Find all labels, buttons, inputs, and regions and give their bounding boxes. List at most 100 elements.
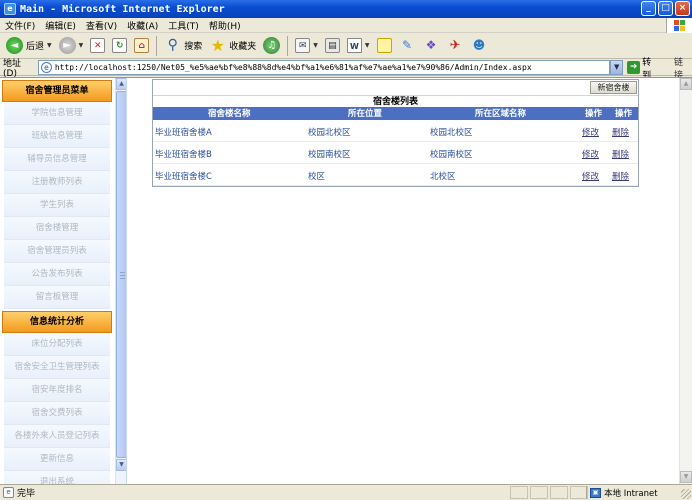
sidebar-item-safety[interactable]: 宿舍安全卫生管理列表 — [4, 356, 110, 379]
sidebar-item-counselor[interactable]: 辅导员信息管理 — [4, 148, 110, 171]
favorites-button[interactable]: ★ 收藏夹 — [207, 35, 258, 57]
sidebar-item-teachers[interactable]: 注册教师列表 — [4, 171, 110, 194]
delete-link[interactable]: 删除 — [612, 148, 629, 160]
new-building-button[interactable]: 新宿舍楼 — [590, 81, 637, 94]
scrollbar-thumb[interactable] — [116, 91, 126, 458]
scroll-up-icon[interactable]: ▲ — [680, 78, 692, 90]
menu-view[interactable]: 查看(V) — [81, 19, 122, 32]
right-scrollbar[interactable]: ▲ ▼ — [679, 78, 692, 485]
sidebar-item-ranking[interactable]: 宿安年度排名 — [4, 379, 110, 402]
maximize-button[interactable]: □ — [658, 1, 673, 16]
address-dropdown-button[interactable]: ▼ — [610, 60, 624, 75]
sidebar-item-beds[interactable]: 床位分配列表 — [4, 333, 110, 356]
forward-arrow-icon: ► — [58, 37, 76, 54]
sidebar-item-messages[interactable]: 留言板管理 — [4, 286, 110, 309]
media-button[interactable]: ♫ — [261, 35, 282, 57]
close-button[interactable]: × — [675, 1, 690, 16]
messenger-button[interactable]: ✎ — [397, 35, 418, 57]
status-bar: e 完毕 ▣ 本地 Intranet — [0, 484, 692, 500]
sidebar-item-students[interactable]: 学生列表 — [4, 194, 110, 217]
note-icon — [376, 38, 392, 53]
print-button[interactable]: ▤ — [323, 35, 342, 57]
edit-link[interactable]: 修改 — [582, 126, 599, 138]
grip-line — [120, 272, 125, 273]
scroll-down-icon[interactable]: ▼ — [680, 471, 692, 483]
address-input[interactable]: e http://localhost:1250/Net05_%e5%ae%bf%… — [37, 60, 611, 75]
menu-help[interactable]: 帮助(H) — [204, 19, 246, 32]
toolbar: ◄ 后退 ▼ ► ▼ ✕ ↻ ⌂ ⚲ 搜索 ★ 收藏夹 ♫ ✉ ▼ ▤ W ▼ … — [0, 33, 692, 59]
back-label: 后退 — [26, 42, 45, 52]
col-location-header: 所在位置 — [348, 109, 383, 119]
chevron-down-icon[interactable]: ▼ — [365, 42, 370, 49]
sidebar-item-college[interactable]: 学院信息管理 — [4, 102, 110, 125]
status-cell — [550, 486, 568, 499]
left-frame: 宿舍管理员菜单 学院信息管理 班级信息管理 辅导员信息管理 注册教师列表 学生列… — [0, 78, 127, 485]
sidebar-item-notices[interactable]: 公告发布列表 — [4, 263, 110, 286]
contacts-button[interactable]: ☻ — [469, 35, 490, 57]
cell-location: 校园北校区 — [308, 128, 351, 138]
chevron-down-icon[interactable]: ▼ — [313, 42, 318, 49]
scroll-down-icon[interactable]: ▼ — [116, 459, 126, 471]
stop-icon: ✕ — [90, 38, 106, 53]
status-text: 完毕 — [17, 489, 36, 499]
sidebar-header-admin[interactable]: 宿舍管理员菜单 — [2, 80, 112, 102]
page-done-icon: e — [3, 487, 14, 498]
forward-button[interactable]: ► ▼ — [57, 35, 86, 57]
title-bar: e Main - Microsoft Internet Explorer _ □… — [0, 0, 692, 18]
search-button[interactable]: ⚲ 搜索 — [162, 35, 204, 57]
edit-link[interactable]: 修改 — [582, 148, 599, 160]
cell-location: 校园南校区 — [308, 150, 351, 160]
table-row: 毕业班宿舍楼B 校园南校区 校园南校区 修改 删除 — [153, 143, 638, 164]
address-bar: 地址(D) e http://localhost:1250/Net05_%e5%… — [0, 58, 692, 81]
edit-document-icon: W — [346, 38, 362, 53]
menu-file[interactable]: 文件(F) — [0, 19, 40, 32]
dorm-list-panel: 新宿舍楼 宿舍楼列表 宿舍楼名称 所在位置 所在区域名称 操作 操作 毕业班宿舍… — [152, 79, 639, 187]
sidebar-item-update[interactable]: 更新信息 — [4, 448, 110, 471]
address-url: http://localhost:1250/Net05_%e5%ae%bf%e8… — [54, 63, 532, 72]
security-zone[interactable]: ▣ 本地 Intranet — [586, 486, 690, 499]
menu-edit[interactable]: 编辑(E) — [40, 19, 81, 32]
cell-location: 校区 — [308, 172, 326, 182]
sidebar-header-stats[interactable]: 信息统计分析 — [2, 311, 112, 333]
right-frame: 新宿舍楼 宿舍楼列表 宿舍楼名称 所在位置 所在区域名称 操作 操作 毕业班宿舍… — [128, 78, 692, 485]
ie-app-icon[interactable]: e — [4, 3, 16, 15]
cell-area: 北校区 — [430, 172, 456, 182]
chevron-down-icon[interactable]: ▼ — [47, 42, 52, 49]
refresh-button[interactable]: ↻ — [110, 35, 129, 57]
home-button[interactable]: ⌂ — [132, 35, 151, 57]
edit-link[interactable]: 修改 — [582, 170, 599, 182]
edit-button[interactable]: W ▼ — [345, 35, 372, 57]
bird-button[interactable]: ✈ — [445, 35, 466, 57]
window-controls: _ □ × — [641, 1, 690, 16]
left-scrollbar[interactable]: ▲ ▼ — [115, 78, 126, 485]
resize-grip-icon[interactable] — [681, 489, 691, 499]
home-icon: ⌂ — [134, 38, 150, 53]
table-row: 毕业班宿舍楼A 校园北校区 校园北校区 修改 删除 — [153, 121, 638, 142]
stop-button[interactable]: ✕ — [88, 35, 107, 57]
sidebar-item-fees[interactable]: 宿舍交费列表 — [4, 402, 110, 425]
page-icon: e — [40, 62, 52, 73]
sidebar-item-buildings[interactable]: 宿舍楼管理 — [4, 217, 110, 240]
delete-link[interactable]: 删除 — [612, 170, 629, 182]
table-row: 毕业班宿舍楼C 校区 北校区 修改 删除 — [153, 165, 638, 186]
cell-name: 毕业班宿舍楼B — [155, 150, 212, 160]
sidebar-item-logout[interactable]: 退出系统 — [4, 471, 110, 485]
menu-tools[interactable]: 工具(T) — [163, 19, 204, 32]
mail-button[interactable]: ✉ ▼ — [293, 35, 320, 57]
scroll-up-icon[interactable]: ▲ — [116, 78, 126, 90]
chevron-down-icon[interactable]: ▼ — [79, 42, 84, 49]
status-cells — [510, 486, 588, 499]
menu-favorites[interactable]: 收藏(A) — [122, 19, 163, 32]
status-cell — [530, 486, 548, 499]
sidebar-item-class[interactable]: 班级信息管理 — [4, 125, 110, 148]
back-button[interactable]: ◄ 后退 ▼ — [4, 35, 54, 57]
windows-logo-icon — [666, 18, 692, 33]
sidebar-item-visitors[interactable]: 各楼外来人员登记列表 — [4, 425, 110, 448]
delete-link[interactable]: 删除 — [612, 126, 629, 138]
minimize-button[interactable]: _ — [641, 1, 656, 16]
intranet-icon: ▣ — [590, 487, 601, 498]
research-button[interactable]: ❖ — [421, 35, 442, 57]
discuss-button[interactable] — [375, 35, 394, 57]
favorites-label: 收藏夹 — [229, 42, 257, 52]
sidebar-item-managers[interactable]: 宿舍管理员列表 — [4, 240, 110, 263]
